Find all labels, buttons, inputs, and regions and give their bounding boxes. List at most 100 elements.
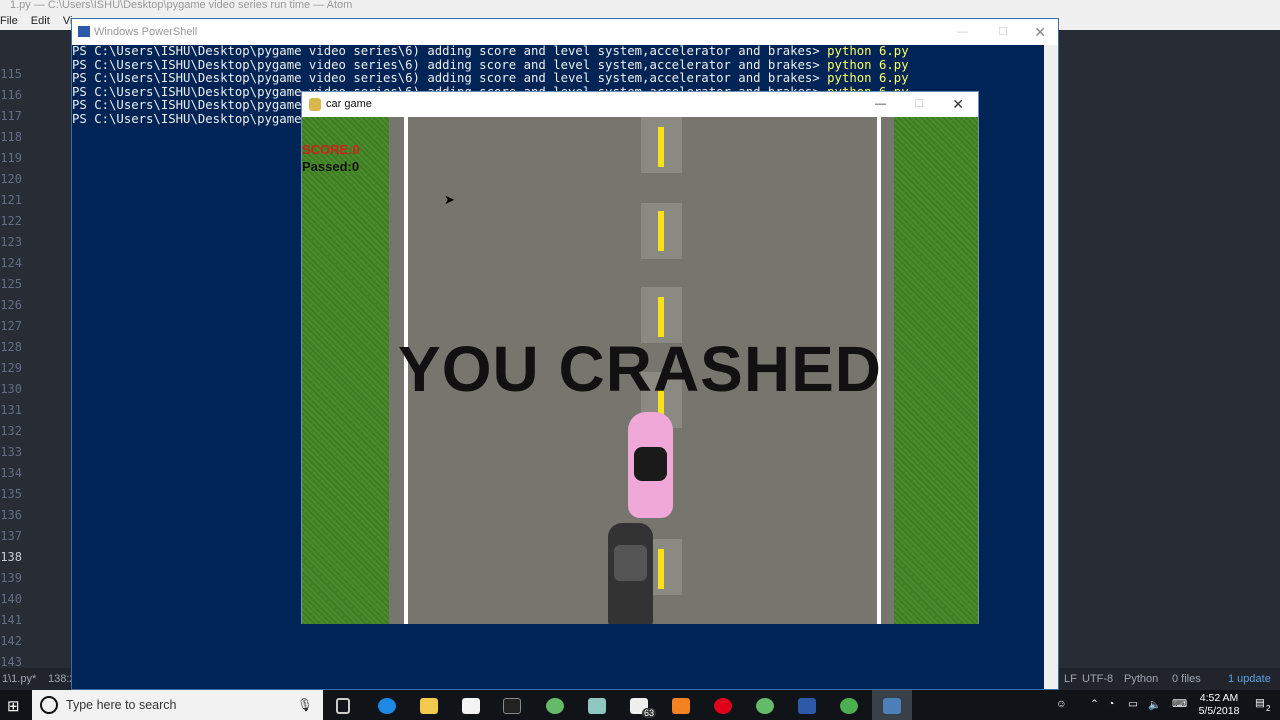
line-number: 118 — [0, 130, 22, 144]
crash-message: YOU CRASHED — [398, 333, 882, 405]
atom-icon[interactable] — [546, 698, 564, 714]
line-number: 140 — [0, 592, 22, 606]
notification-icon[interactable]: ▤ — [1255, 697, 1265, 709]
battery-icon[interactable]: ▭ — [1128, 698, 1138, 710]
terminal-icon[interactable] — [503, 698, 521, 714]
line-number: 127 — [0, 319, 22, 333]
prompt-text: PS C:\Users\ISHU\Desktop\pygame video se… — [72, 44, 828, 58]
wifi-icon[interactable]: ◔ — [1108, 698, 1114, 710]
task-view-icon[interactable] — [336, 698, 350, 714]
line-number: 125 — [0, 277, 22, 291]
line-number: 116 — [0, 88, 22, 102]
command-text: python 6.py — [827, 71, 909, 85]
line-number: 142 — [0, 634, 22, 648]
maximize-button[interactable]: ☐ — [998, 19, 1008, 45]
line-number: 121 — [0, 193, 22, 207]
line-number: 138 — [0, 550, 22, 564]
line-number: 131 — [0, 403, 22, 417]
line-number: 122 — [0, 214, 22, 228]
status-line-ending[interactable]: LF — [1064, 668, 1077, 690]
volume-icon[interactable]: 🔈 — [1148, 698, 1161, 711]
line-number: 117 — [0, 109, 22, 123]
atom-title-bar: 1.py — C:\Users\ISHU\Desktop\pygame vide… — [0, 0, 1280, 12]
prompt-text: PS C:\Users\ISHU\Desktop\pygame video se… — [72, 57, 828, 72]
mail-badge: 63 — [642, 708, 657, 718]
chevron-up-icon[interactable]: ⌃ — [1090, 698, 1099, 710]
date: 5/5/2018 — [1198, 705, 1240, 717]
python-taskbar-active[interactable] — [872, 690, 912, 720]
game-title: car game — [326, 98, 372, 110]
close-button[interactable]: ✕ — [952, 92, 964, 117]
line-number: 132 — [0, 424, 22, 438]
edge-icon[interactable] — [378, 698, 396, 714]
atom-icon-2[interactable] — [756, 698, 774, 714]
maximize-button[interactable]: ☐ — [914, 92, 924, 117]
status-files[interactable]: 0 files — [1172, 668, 1201, 690]
lane-dash — [658, 211, 664, 251]
console-line: PS C:\Users\ISHU\Desktop\pygame video se… — [72, 44, 1058, 59]
pink-enemy-car — [628, 412, 673, 518]
powershell-title: Windows PowerShell — [94, 26, 198, 38]
console-line: PS C:\Users\ISHU\Desktop\pygame video se… — [72, 71, 1058, 86]
windows-start-icon[interactable]: ⊞ — [7, 697, 20, 715]
command-text: python 6.py — [827, 44, 909, 58]
line-number: 119 — [0, 151, 22, 165]
lane-dash — [658, 127, 664, 167]
game-title-bar: car game — ☐ ✕ — [302, 92, 978, 117]
line-number: 129 — [0, 361, 22, 375]
line-number: 135 — [0, 487, 22, 501]
powershell-taskbar-icon[interactable] — [798, 698, 816, 714]
line-number: 137 — [0, 529, 22, 543]
status-update[interactable]: 1 update — [1228, 668, 1271, 690]
taskbar-search-input[interactable]: Type here to search 🎙 — [32, 690, 323, 720]
line-number: 120 — [0, 172, 22, 186]
status-file[interactable]: 1\1.py* — [2, 668, 36, 690]
pygame-icon — [309, 98, 321, 111]
cortana-icon — [40, 696, 58, 714]
line-number: 130 — [0, 382, 22, 396]
store-icon[interactable] — [462, 698, 480, 714]
line-number: 115 — [0, 67, 22, 81]
minimize-button[interactable]: — — [875, 92, 886, 117]
prompt-text: PS C:\Users\ISHU\Desktop\pygame video se… — [72, 71, 828, 85]
line-number: 124 — [0, 256, 22, 270]
lane-dash — [658, 549, 664, 589]
close-button[interactable]: ✕ — [1034, 19, 1046, 45]
game-canvas[interactable]: SCORE:0 Passed:0 YOU CRASHED ➤ — [302, 117, 978, 624]
mouse-cursor-icon: ➤ — [444, 192, 455, 207]
chrome-icon[interactable] — [840, 698, 858, 714]
clock[interactable]: 4:52 AM 5/5/2018 — [1198, 692, 1240, 718]
people-icon[interactable]: ☺ — [1056, 698, 1067, 710]
notepad-icon[interactable] — [588, 698, 606, 714]
passed-label: Passed:0 — [302, 159, 360, 174]
line-number: 136 — [0, 508, 22, 522]
scrollbar[interactable] — [1044, 45, 1058, 689]
menu-file[interactable]: File — [0, 15, 18, 27]
status-encoding[interactable]: UTF-8 — [1082, 668, 1113, 690]
q-app-icon[interactable] — [672, 698, 690, 714]
status-grammar[interactable]: Python — [1124, 668, 1158, 690]
search-placeholder: Type here to search — [66, 698, 177, 712]
line-number: 141 — [0, 613, 22, 627]
minimize-button[interactable]: — — [957, 19, 968, 45]
menu-edit[interactable]: Edit — [31, 15, 50, 27]
car-game-window: car game — ☐ ✕ SCORE:0 Passed:0 YOU CRAS… — [301, 91, 979, 624]
player-car — [608, 523, 653, 624]
system-tray: ☺ ⌃ ◔ ▭ 🔈 ⌨ 4:52 AM 5/5/2018 ▤ 2 — [1050, 690, 1280, 720]
time: 4:52 AM — [1199, 692, 1239, 704]
console-line: PS C:\Users\ISHU\Desktop\pygame video se… — [72, 57, 1058, 73]
line-number-gutter: 115 116 117 118 119 120 121 122 123 124 125 126 127 1… — [0, 60, 70, 669]
command-text: python 6.py — [827, 57, 909, 72]
line-number: 128 — [0, 340, 22, 354]
file-explorer-icon[interactable] — [420, 698, 438, 714]
score-label: SCORE:0 — [302, 142, 360, 157]
line-number: 134 — [0, 466, 22, 480]
keyboard-icon[interactable]: ⌨ — [1172, 698, 1187, 710]
microphone-icon[interactable]: 🎙 — [297, 690, 313, 720]
python-icon — [883, 698, 901, 714]
opera-icon[interactable] — [714, 698, 732, 714]
line-number: 139 — [0, 571, 22, 585]
powershell-title-bar: Windows PowerShell — ☐ ✕ — [72, 19, 1058, 45]
line-number: 133 — [0, 445, 22, 459]
powershell-icon — [78, 26, 90, 37]
